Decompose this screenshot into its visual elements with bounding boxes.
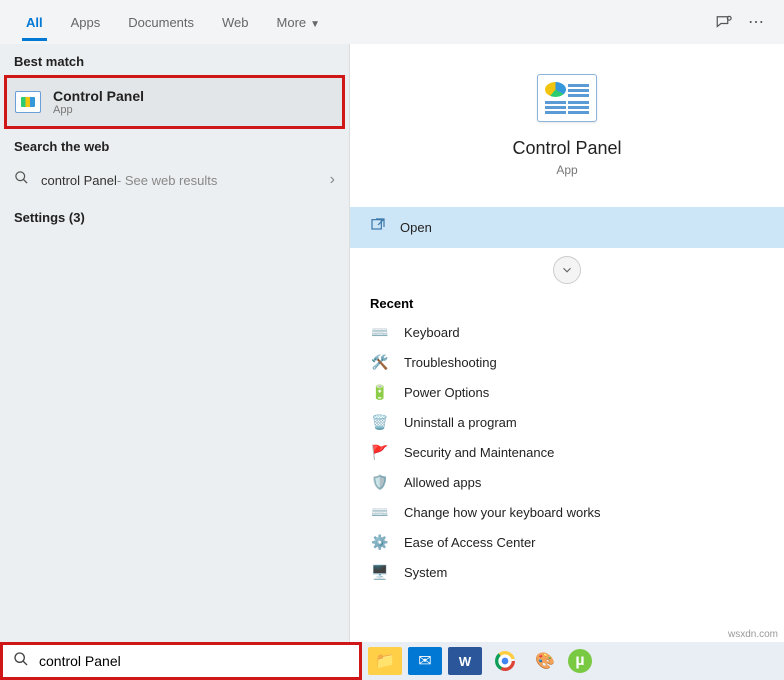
taskbar: 📁 ✉ W 🎨 µ [362, 642, 784, 680]
paint-icon[interactable]: 🎨 [528, 647, 562, 675]
control-panel-large-icon [537, 74, 597, 122]
open-label: Open [400, 220, 432, 235]
chevron-down-icon: ▼ [310, 19, 320, 30]
search-web-label: Search the web [0, 129, 349, 160]
recent-item-label: Troubleshooting [404, 355, 497, 370]
recent-item-icon: 🖥️ [370, 564, 390, 580]
open-action[interactable]: Open [350, 207, 784, 248]
expand-button[interactable] [553, 256, 581, 284]
more-options-icon[interactable]: ⋯ [740, 6, 772, 38]
recent-item-label: Ease of Access Center [404, 535, 536, 550]
mail-icon[interactable]: ✉ [408, 647, 442, 675]
tab-apps[interactable]: Apps [57, 5, 115, 40]
web-query-text: control Panel [41, 173, 117, 188]
recent-item-label: Allowed apps [404, 475, 481, 490]
file-explorer-icon[interactable]: 📁 [368, 647, 402, 675]
recent-item-label: Keyboard [404, 325, 460, 340]
tab-all[interactable]: All [12, 5, 57, 40]
recent-item-icon: 🔋 [370, 384, 390, 400]
best-match-subtitle: App [53, 104, 144, 116]
recent-item[interactable]: ⚙️ Ease of Access Center [350, 527, 784, 557]
recent-item-label: Change how your keyboard works [404, 505, 601, 520]
recent-item-icon: 🚩 [370, 444, 390, 460]
search-icon [13, 651, 29, 672]
recent-item-label: System [404, 565, 447, 580]
search-icon [14, 170, 29, 190]
best-match-title: Control Panel [53, 88, 144, 104]
recent-list: ⌨️ Keyboard 🛠️ Troubleshooting 🔋 Power Option… [350, 317, 784, 587]
recent-item[interactable]: 🔋 Power Options [350, 377, 784, 407]
recent-item-icon: ⚙️ [370, 534, 390, 550]
recent-label: Recent [350, 292, 784, 317]
recent-item-icon: 🗑️ [370, 414, 390, 430]
chevron-right-icon: › [330, 171, 335, 189]
recent-item[interactable]: ⌨️ Change how your keyboard works [350, 497, 784, 527]
search-box[interactable] [0, 642, 362, 680]
recent-item[interactable]: 🖥️ System [350, 557, 784, 587]
recent-item[interactable]: 🚩 Security and Maintenance [350, 437, 784, 467]
best-match-result[interactable]: Control Panel App [4, 75, 345, 129]
recent-item-icon: ⌨️ [370, 324, 390, 340]
best-match-label: Best match [0, 44, 349, 75]
recent-item-label: Security and Maintenance [404, 445, 554, 460]
feedback-icon[interactable] [708, 6, 740, 38]
tab-documents[interactable]: Documents [114, 5, 208, 40]
search-tabs: All Apps Documents Web More▼ ⋯ [0, 0, 784, 44]
recent-item-icon: 🛠️ [370, 354, 390, 370]
preview-title: Control Panel [512, 138, 621, 159]
recent-item-label: Uninstall a program [404, 415, 517, 430]
preview-subtitle: App [556, 163, 577, 177]
preview-hero: Control Panel App [350, 44, 784, 197]
word-icon[interactable]: W [448, 647, 482, 675]
control-panel-icon [15, 91, 41, 113]
results-panel: Best match Control Panel App Search the … [0, 44, 350, 642]
recent-item-icon: 🛡️ [370, 474, 390, 490]
web-result[interactable]: control Panel - See web results › [0, 160, 349, 200]
recent-item[interactable]: 🛠️ Troubleshooting [350, 347, 784, 377]
preview-panel: Control Panel App Open Recent ⌨️ Keyboard… [350, 44, 784, 642]
recent-item-icon: ⌨️ [370, 504, 390, 520]
open-icon [370, 217, 386, 238]
tab-web[interactable]: Web [208, 5, 263, 40]
tab-more[interactable]: More▼ [263, 5, 335, 40]
utorrent-icon[interactable]: µ [568, 649, 592, 673]
web-suffix: - See web results [117, 173, 217, 188]
recent-item-label: Power Options [404, 385, 489, 400]
search-input[interactable] [39, 653, 349, 669]
recent-item[interactable]: 🗑️ Uninstall a program [350, 407, 784, 437]
settings-label[interactable]: Settings (3) [0, 200, 349, 231]
watermark: wsxdn.com [728, 629, 778, 640]
recent-item[interactable]: 🛡️ Allowed apps [350, 467, 784, 497]
recent-item[interactable]: ⌨️ Keyboard [350, 317, 784, 347]
chrome-icon[interactable] [488, 647, 522, 675]
expand-actions [350, 248, 784, 292]
